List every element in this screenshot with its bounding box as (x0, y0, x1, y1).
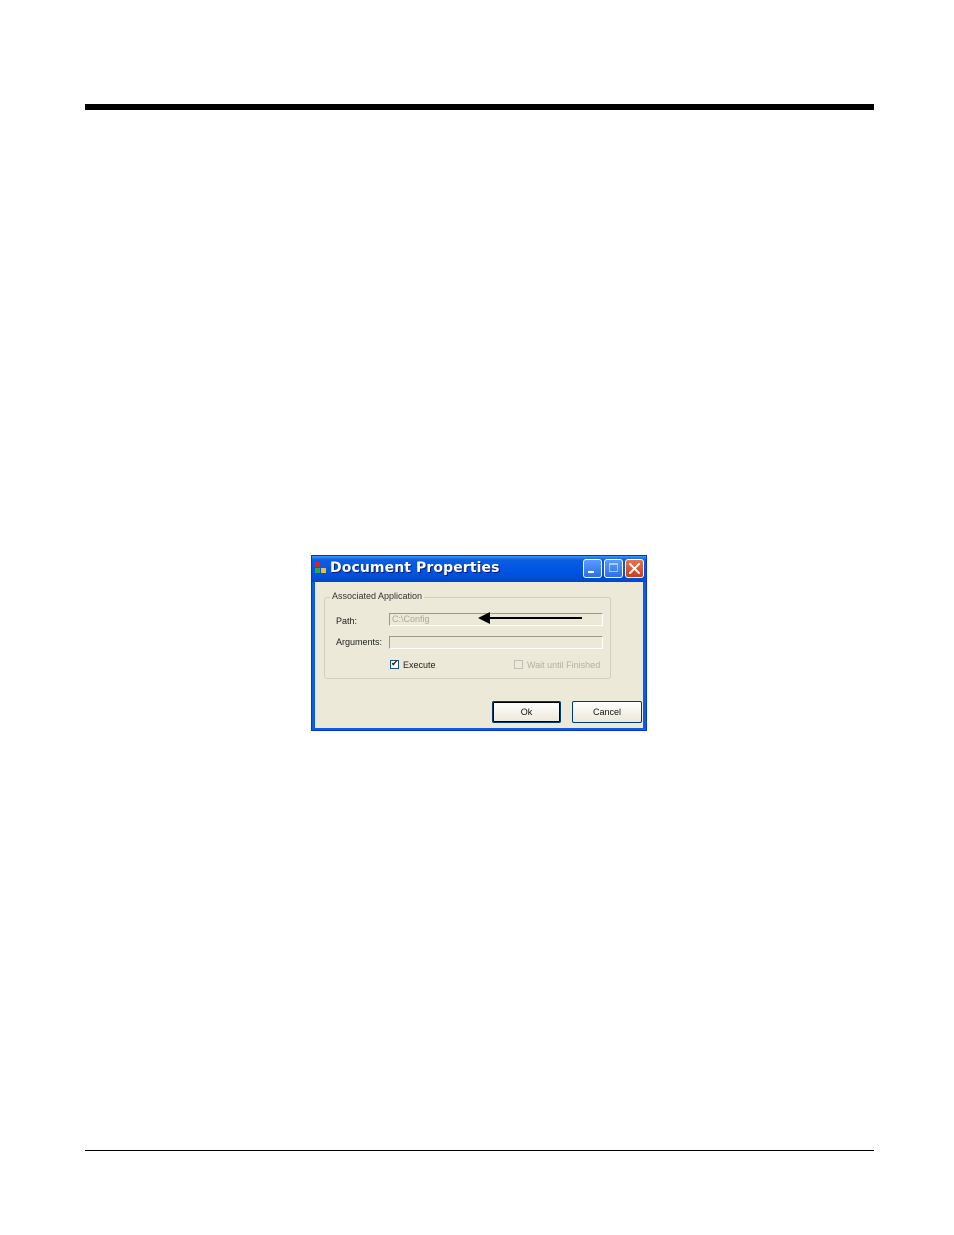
wait-until-finished-label: Wait until Finished (527, 660, 601, 670)
minimize-icon (588, 571, 594, 573)
execute-checkbox[interactable]: ✔ (390, 659, 399, 669)
minimize-button[interactable] (583, 559, 602, 578)
close-button[interactable] (625, 559, 644, 578)
arrow-left-icon (478, 612, 582, 624)
app-window-icon (315, 562, 327, 574)
ok-button[interactable]: Ok (492, 701, 561, 723)
path-label: Path: (336, 616, 358, 626)
title-bar[interactable]: Document Properties (312, 556, 646, 582)
page-header-rule (85, 104, 874, 110)
execute-label: Execute (403, 660, 436, 670)
group-label: Associated Application (330, 591, 425, 601)
wait-until-finished-checkbox[interactable] (514, 660, 523, 669)
page-footer-rule (85, 1150, 874, 1151)
maximize-icon (609, 563, 618, 572)
arguments-label: Arguments: (336, 637, 383, 647)
dialog-client-area: Associated Application Path: C:\Config A… (315, 582, 643, 728)
associated-application-group: Associated Application Path: C:\Config A… (324, 591, 611, 679)
maximize-button[interactable] (604, 559, 623, 578)
close-icon (629, 563, 640, 574)
window-title: Document Properties (330, 560, 500, 576)
check-icon: ✔ (391, 659, 399, 669)
arguments-field[interactable] (389, 636, 603, 649)
cancel-button[interactable]: Cancel (572, 701, 642, 723)
document-properties-window: Document Properties Associated Applicati… (311, 555, 647, 731)
